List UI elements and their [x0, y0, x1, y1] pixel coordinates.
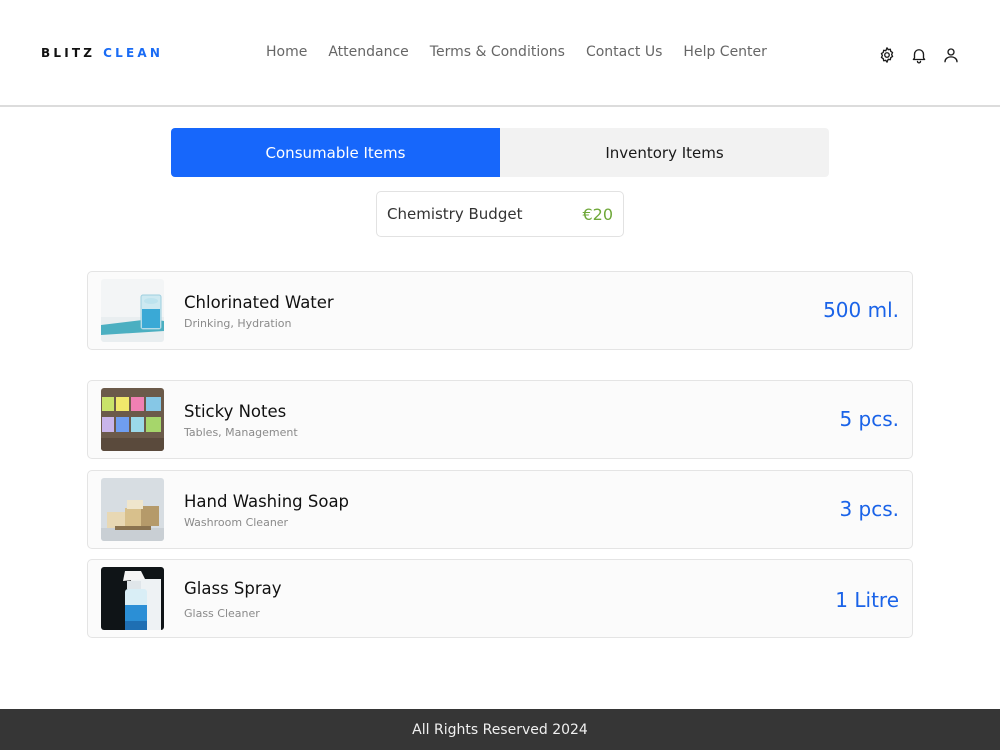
- item-name: Hand Washing Soap: [184, 492, 350, 511]
- item-name: Chlorinated Water: [184, 293, 334, 312]
- item-image-glass-spray: [101, 567, 164, 630]
- nav-contact-us[interactable]: Contact Us: [586, 44, 662, 60]
- item-card-glass-spray[interactable]: Glass Spray Glass Cleaner 1 Litre: [87, 559, 913, 638]
- item-type-tabs: Consumable Items Inventory Items: [171, 128, 829, 177]
- page-footer: All Rights Reserved 2024: [0, 709, 1000, 750]
- nav-terms-conditions[interactable]: Terms & Conditions: [430, 44, 565, 60]
- item-card-hand-washing-soap[interactable]: Hand Washing Soap Washroom Cleaner 3 pcs…: [87, 470, 913, 549]
- item-tags: Washroom Cleaner: [184, 516, 289, 529]
- brand-logo[interactable]: BLITZ CLEAN: [41, 46, 163, 60]
- gear-icon[interactable]: [878, 46, 896, 64]
- item-tags: Tables, Management: [184, 426, 298, 439]
- bell-icon[interactable]: [910, 46, 928, 64]
- item-card-chlorinated-water[interactable]: Chlorinated Water Drinking, Hydration 50…: [87, 271, 913, 350]
- chemistry-budget-box: Chemistry Budget €20: [376, 191, 624, 237]
- footer-text: All Rights Reserved 2024: [412, 721, 588, 738]
- brand-word-2: CLEAN: [103, 46, 164, 60]
- item-quantity: 1 Litre: [835, 588, 899, 612]
- item-tags: Drinking, Hydration: [184, 317, 292, 330]
- item-name: Sticky Notes: [184, 402, 287, 421]
- item-quantity: 3 pcs.: [839, 497, 899, 521]
- main-nav: Home Attendance Terms & Conditions Conta…: [266, 44, 767, 60]
- user-icon[interactable]: [942, 46, 960, 64]
- tab-inventory-items[interactable]: Inventory Items: [500, 128, 829, 177]
- item-tags: Glass Cleaner: [184, 607, 260, 620]
- header-icons: [878, 46, 960, 64]
- item-card-sticky-notes[interactable]: Sticky Notes Tables, Management 5 pcs.: [87, 380, 913, 459]
- top-header: BLITZ CLEAN Home Attendance Terms & Condi…: [0, 0, 1000, 107]
- nav-home[interactable]: Home: [266, 44, 307, 60]
- item-image-chlorinated-water: [101, 279, 164, 342]
- budget-value: €20: [582, 205, 613, 224]
- tab-consumable-items[interactable]: Consumable Items: [171, 128, 500, 177]
- item-quantity: 5 pcs.: [839, 407, 899, 431]
- item-image-hand-washing-soap: [101, 478, 164, 541]
- item-image-sticky-notes: [101, 388, 164, 451]
- item-name: Glass Spray: [184, 579, 282, 598]
- brand-word-1: BLITZ: [41, 46, 96, 60]
- item-quantity: 500 ml.: [823, 298, 899, 322]
- budget-label: Chemistry Budget: [387, 205, 523, 223]
- nav-help-center[interactable]: Help Center: [683, 44, 767, 60]
- nav-attendance[interactable]: Attendance: [328, 44, 408, 60]
